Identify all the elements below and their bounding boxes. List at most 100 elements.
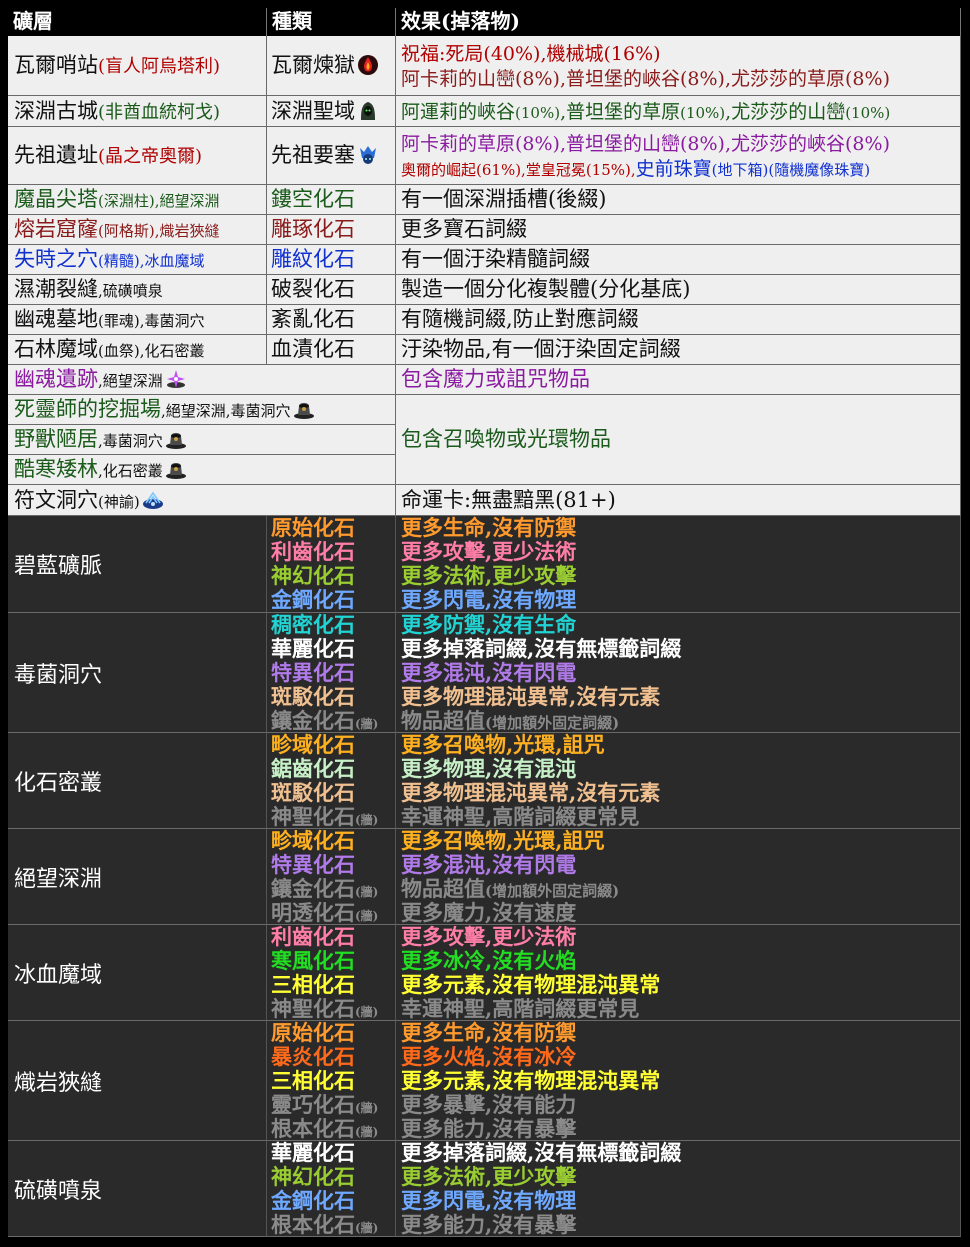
area-cell: 石林魔域(血祭),化石密叢 — [8, 335, 267, 365]
table-row: 濕潮裂縫,硫磺噴泉 破裂化石 製造一個分化複製體(分化基底) — [8, 275, 961, 305]
area-cell: 幽魂墓地(罪魂),毒菌洞穴 — [8, 305, 267, 335]
effect-text: (10%) — [845, 103, 891, 122]
fossil-item: 金鋼化石 — [271, 588, 395, 612]
fossil-effect-text: 更多能力,沒有暴擊 — [401, 1212, 577, 1237]
area-name: 熔岩窟窿 — [14, 217, 98, 241]
area-name: 野獸陋居 — [14, 427, 98, 451]
vaal-flame-icon — [357, 54, 379, 76]
effect-cell: 阿運莉的峽谷(10%),普坦堡的草原(10%),尤莎莎的山巒(10%) — [396, 96, 961, 127]
area-label: 符文洞穴(神諭) — [14, 488, 395, 513]
effect-cell: 有一個汙染精髓詞綴 — [396, 245, 961, 275]
effect-text: ,普坦堡的草原 — [560, 100, 681, 123]
table-row: 失時之穴(精髓),冰血魔域 雕紋化石 有一個汙染精髓詞綴 — [8, 245, 961, 275]
fossil-effect-text: 更多防禦,沒有生命 — [401, 613, 577, 637]
dark-urn-icon — [165, 458, 187, 480]
area-label: 先祖遺址(晶之帝奧爾) — [14, 143, 266, 168]
table-row: 酷寒矮林,化石密叢 — [8, 455, 961, 485]
fossil-name: 明透化石 — [271, 900, 355, 925]
fossil-name: 根本化石 — [271, 1212, 355, 1237]
biome-name-cell: 碧藍礦脈 — [8, 516, 267, 613]
biome-row: 硫磺噴泉 華麗化石 神幻化石 金鋼化石 根本化石(牆) 更多掉落詞綴,沒有無標籤詞綴 更多法… — [8, 1141, 961, 1237]
biome-name: 硫磺噴泉 — [14, 1178, 103, 1204]
area-name: 深淵古城 — [14, 98, 98, 123]
area-label: 瓦爾哨站(盲人阿烏塔利) — [14, 53, 266, 78]
biome-row: 絕望深淵 畛域化石 特異化石 鑲金化石(牆) 明透化石(牆) 更多召喚物,光環,詛咒 更多混… — [8, 829, 961, 925]
table-row: 幽魂遺跡,絕望深淵 包含魔力或詛咒物品 — [8, 365, 961, 395]
fossil-item: 根本化石(牆) — [271, 1213, 395, 1237]
fossil-cell: 原始化石 利齒化石 神幻化石 金鋼化石 — [267, 516, 396, 613]
fossil-name: 斑駁化石 — [271, 780, 355, 805]
biome-name: 碧藍礦脈 — [14, 554, 103, 579]
effect-line: 有隨機詞綴,防止對應詞綴 — [401, 307, 960, 332]
header-layer: 礦層 — [8, 8, 267, 36]
fossil-effect: 更多暴擊,沒有能力 — [401, 1093, 960, 1117]
fossil-effect: 更多物理,沒有混沌 — [401, 757, 960, 781]
fossil-item: 三相化石 — [271, 1069, 395, 1093]
biome-row: 毒菌洞穴 稠密化石 華麗化石 特異化石 斑駁化石 鑲金化石(牆) 更多防禦,沒有生命 更多掉落… — [8, 613, 961, 733]
fossil-item: 斑駁化石 — [271, 781, 395, 805]
header-effect: 效果(掉落物) — [396, 8, 961, 36]
kind-cell: 先祖要塞 — [267, 127, 396, 185]
fossil-effect: 更多防禦,沒有生命 — [401, 613, 960, 637]
area-label: 酷寒矮林,化石密叢 — [14, 457, 395, 482]
abyss-hood-icon — [357, 100, 379, 122]
fossil-effect-note: (增加額外固定詞綴) — [485, 882, 620, 900]
fossil-item: 稠密化石 — [271, 613, 395, 637]
fossil-tag: (牆) — [355, 1101, 379, 1115]
effect-cell: 祝福:死局(40%),機械城(16%) 阿卡莉的山巒(8%),普坦堡的峽谷(8%)… — [396, 36, 961, 96]
fossil-cell: 畛域化石 特異化石 鑲金化石(牆) 明透化石(牆) — [267, 829, 396, 925]
area-cell: 幽魂遺跡,絕望深淵 — [8, 365, 396, 395]
fossil-name: 稠密化石 — [271, 613, 355, 637]
fossil-tag: (牆) — [355, 885, 379, 899]
fossil-name: 華麗化石 — [271, 636, 355, 661]
fossil-effect-text: 更多物理,沒有混沌 — [401, 756, 577, 781]
fossil-name: 根本化石 — [271, 1116, 355, 1141]
biome-row: 碧藍礦脈 原始化石 利齒化石 神幻化石 金鋼化石 更多生命,沒有防禦 更多攻擊,更少法術 更多… — [8, 516, 961, 613]
biome-name-cell: 絕望深淵 — [8, 829, 267, 925]
effect-text: 包含魔力或詛咒物品 — [401, 367, 590, 391]
biome-name: 絕望深淵 — [14, 866, 103, 892]
fossil-name: 原始化石 — [271, 516, 355, 540]
fossil-effect: 更多閃電,沒有物理 — [401, 1189, 960, 1213]
effect-text: (地下箱)(隨機魔像珠寶) — [711, 160, 871, 179]
area-note: (晶之帝奧爾) — [98, 146, 203, 167]
effect-text: 有一個汙染精髓詞綴 — [401, 247, 590, 271]
area-name: 濕潮裂縫 — [14, 277, 98, 301]
effect-line: 更多寶石詞綴 — [401, 217, 960, 242]
fossil-name: 原始化石 — [271, 1021, 355, 1045]
area-note: (罪魂),毒菌洞穴 — [98, 312, 205, 330]
area-note: ,硫磺噴泉 — [98, 282, 163, 300]
area-note: (非酋血統柯戈) — [98, 101, 221, 123]
effect-text: 阿運莉的峽谷 — [401, 100, 516, 123]
effect-text: 有隨機詞綴,防止對應詞綴 — [401, 307, 639, 331]
fossil-effect-text: 更多物理混沌異常,沒有元素 — [401, 780, 661, 805]
fossil-effect-text: 更多生命,沒有防禦 — [401, 1021, 577, 1045]
effect-line: 製造一個分化複製體(分化基底) — [401, 277, 960, 302]
effect-text: 阿卡莉的山巒(8%),普坦堡的峽谷(8%),尤莎莎的草原(8%) — [401, 67, 890, 90]
fossil-name: 靈巧化石 — [271, 1092, 355, 1117]
kind-cell: 雕琢化石 — [267, 215, 396, 245]
area-cell: 失時之穴(精髓),冰血魔域 — [8, 245, 267, 275]
fossil-name: 特異化石 — [271, 660, 355, 685]
kind-cell: 破裂化石 — [267, 275, 396, 305]
area-cell: 深淵古城(非酋血統柯戈) — [8, 96, 267, 127]
kind-label: 先祖要塞 — [271, 143, 395, 168]
kind-label: 紊亂化石 — [271, 307, 395, 332]
kind-name: 雕琢化石 — [271, 217, 355, 241]
table-row: 石林魔域(血祭),化石密叢 血漬化石 汙染物品,有一個汙染固定詞綴 — [8, 335, 961, 365]
fossil-effect-text: 更多攻擊,更少法術 — [401, 539, 577, 564]
effect-cell: 阿卡莉的草原(8%),普坦堡的山巒(8%),尤莎莎的峽谷(8%) 奧爾的崛起(61… — [396, 127, 961, 185]
area-label: 深淵古城(非酋血統柯戈) — [14, 99, 266, 124]
fossil-effect: 更多能力,沒有暴擊 — [401, 1117, 960, 1141]
effect-text: (10%) — [515, 103, 561, 122]
effect-line: 汙染物品,有一個汙染固定詞綴 — [401, 337, 960, 362]
effect-text: 有一個深淵插槽(後綴) — [401, 187, 607, 211]
effect-line: 有一個深淵插槽(後綴) — [401, 187, 960, 212]
fossil-item: 鑲金化石(牆) — [271, 877, 395, 901]
area-name: 酷寒矮林 — [14, 457, 98, 481]
fossil-effect: 更多攻擊,更少法術 — [401, 925, 960, 949]
biome-name-cell: 化石密叢 — [8, 733, 267, 829]
area-name: 石林魔域 — [14, 337, 98, 361]
table-row: 魔晶尖塔(深淵柱),絕望深淵 鏤空化石 有一個深淵插槽(後綴) — [8, 185, 961, 215]
effect-text: ,尤莎莎的山巒 — [725, 100, 846, 123]
